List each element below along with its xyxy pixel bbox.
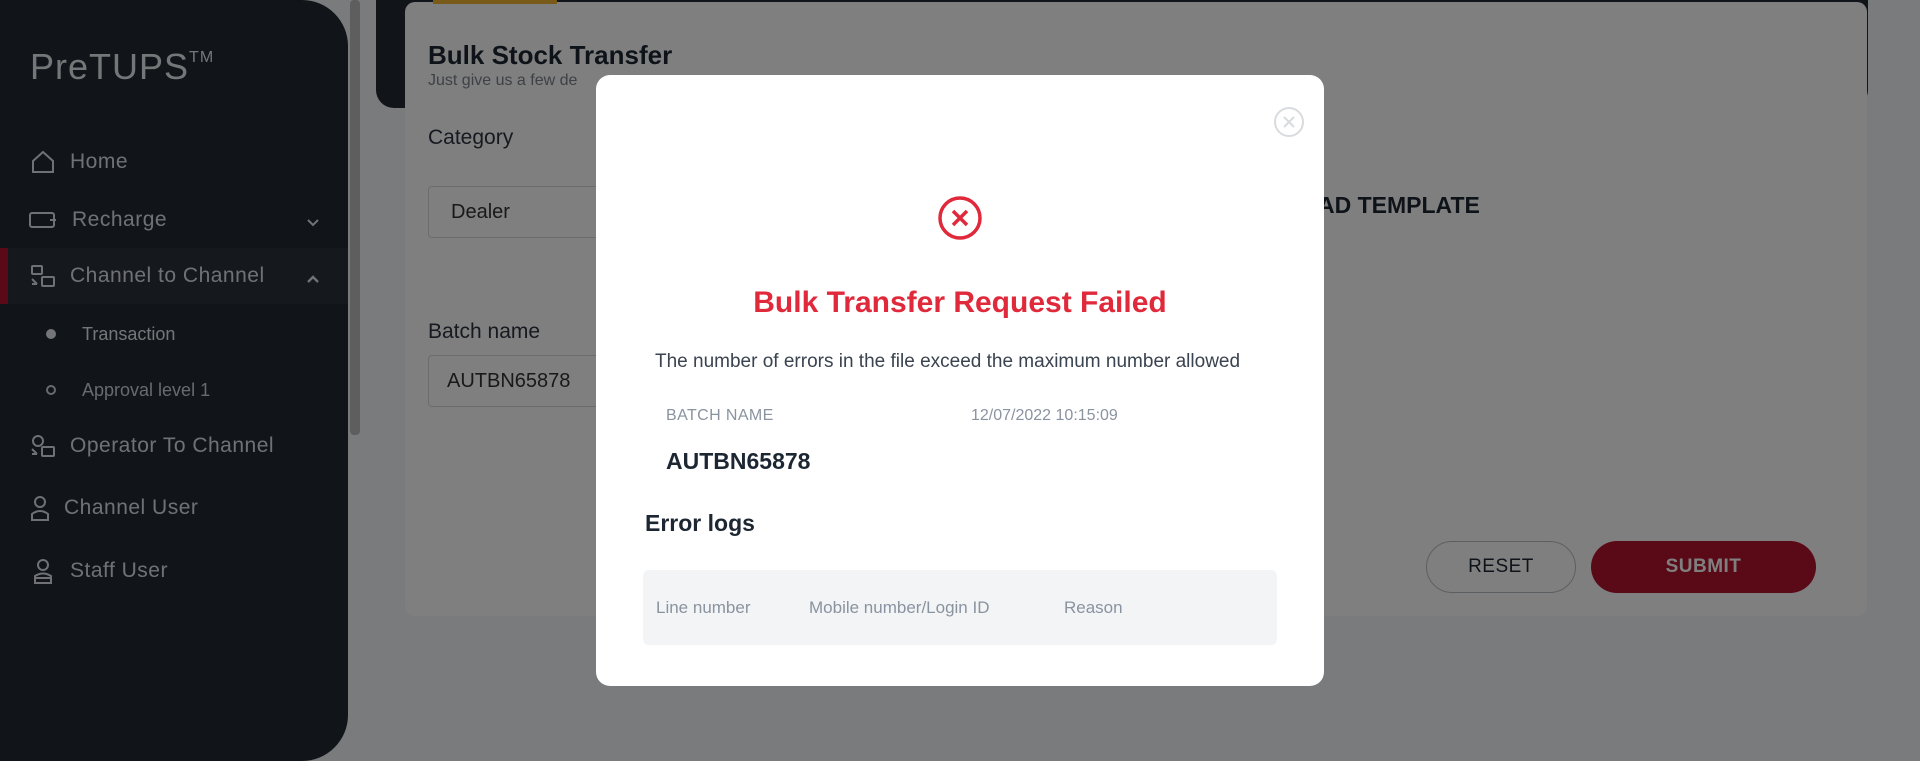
error-logs-title: Error logs bbox=[645, 510, 755, 536]
batch-name-value: AUTBN65878 bbox=[666, 448, 811, 474]
column-header-reason: Reason bbox=[1064, 598, 1123, 617]
close-icon[interactable] bbox=[1272, 105, 1306, 139]
timestamp: 12/07/2022 10:15:09 bbox=[971, 407, 1118, 424]
error-logs-table: Line number Mobile number/Login ID Reaso… bbox=[643, 570, 1277, 645]
column-header-line-number: Line number bbox=[656, 598, 751, 617]
error-modal: Bulk Transfer Request Failed The number … bbox=[596, 75, 1324, 686]
column-header-mobile-login: Mobile number/Login ID bbox=[809, 598, 990, 617]
batch-name-heading: BATCH NAME bbox=[666, 407, 774, 424]
modal-title: Bulk Transfer Request Failed bbox=[753, 286, 1167, 319]
error-circle-icon bbox=[937, 195, 983, 241]
modal-message: The number of errors in the file exceed … bbox=[655, 351, 1241, 372]
